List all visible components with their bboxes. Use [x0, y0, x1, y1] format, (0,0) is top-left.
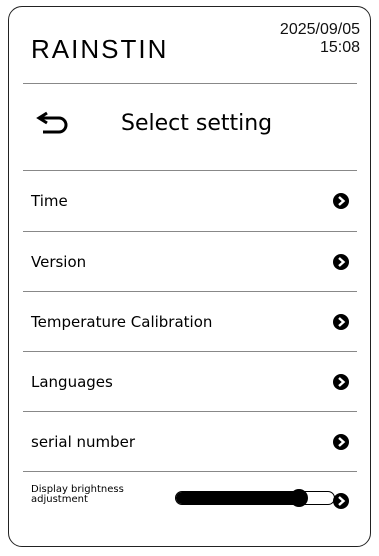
divider [23, 471, 357, 472]
header: RAINSTIN 2025/09/05 15:08 [9, 7, 372, 82]
menu-item-version[interactable]: Version [23, 233, 357, 291]
chevron-right-circle-icon[interactable] [333, 254, 349, 270]
datetime: 2025/09/05 15:08 [280, 21, 360, 57]
page-title: Select setting [121, 111, 273, 136]
chevron-right-circle-icon[interactable] [333, 493, 349, 509]
device-screen: RAINSTIN 2025/09/05 15:08 Select setting… [8, 6, 371, 547]
menu-item-label: Time [31, 192, 68, 210]
date-text: 2025/09/05 [279, 21, 360, 38]
menu-item-label: Languages [31, 373, 113, 391]
back-arrow-icon[interactable] [35, 107, 71, 137]
menu-item-label: Temperature Calibration [31, 313, 213, 331]
divider [23, 231, 357, 232]
brightness-slider[interactable] [175, 489, 335, 507]
menu-item-label: serial number [31, 433, 136, 451]
menu-item-temperature-calibration[interactable]: Temperature Calibration [23, 293, 357, 351]
menu-item-serial-number[interactable]: serial number [23, 413, 357, 471]
divider [23, 83, 357, 84]
chevron-right-circle-icon[interactable] [333, 434, 349, 450]
brightness-label: Display brightness adjustment [31, 485, 124, 505]
title-bar: Select setting [9, 95, 372, 155]
divider [23, 291, 357, 292]
divider [23, 170, 357, 171]
divider [23, 351, 357, 352]
divider [23, 411, 357, 412]
menu-item-time[interactable]: Time [23, 172, 357, 230]
brightness-slider-knob[interactable] [290, 489, 309, 507]
menu-item-label: Version [31, 253, 87, 271]
brightness-label-line2: adjustment [31, 494, 88, 505]
time-text: 15:08 [319, 39, 360, 56]
menu-item-display-brightness[interactable]: Display brightness adjustment [23, 473, 357, 529]
back-button[interactable] [35, 107, 71, 137]
chevron-right-circle-icon[interactable] [333, 314, 349, 330]
brightness-slider-fill [176, 492, 300, 504]
brand-logo-text: RAINSTIN [31, 34, 168, 63]
menu-item-languages[interactable]: Languages [23, 353, 357, 411]
brand-logo: RAINSTIN [31, 33, 221, 63]
chevron-right-circle-icon[interactable] [333, 374, 349, 390]
chevron-right-circle-icon[interactable] [333, 193, 349, 209]
